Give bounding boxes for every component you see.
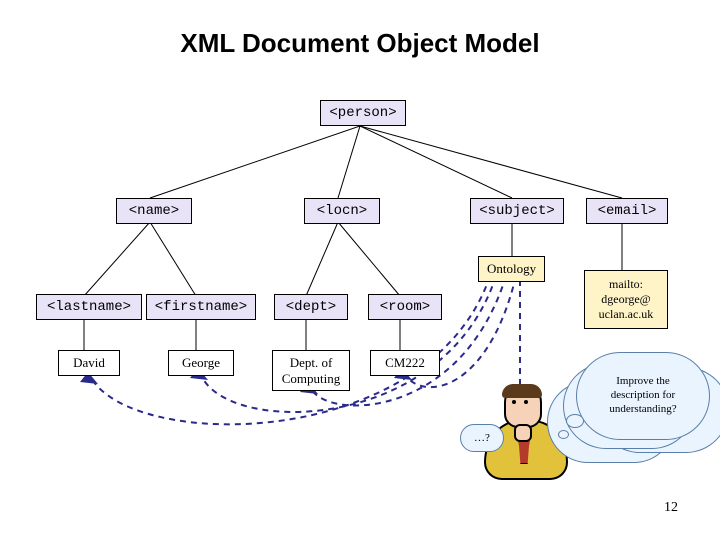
node-person: <person> xyxy=(320,100,406,126)
node-name: <name> xyxy=(116,198,192,224)
leaf-dept-line1: Dept. of xyxy=(290,355,333,370)
thought-small: …? xyxy=(460,424,504,452)
node-locn: <locn> xyxy=(304,198,380,224)
leaf-room: CM222 xyxy=(370,350,440,376)
email-value-box: mailto: dgeorge@ uclan.ac.uk xyxy=(584,270,668,329)
ontology-label: Ontology xyxy=(478,256,545,282)
node-email: <email> xyxy=(586,198,668,224)
leaf-david: David xyxy=(58,350,120,376)
email-line3: uclan.ac.uk xyxy=(599,307,654,321)
thought-line3: understanding? xyxy=(609,403,676,415)
node-lastname: <lastname> xyxy=(36,294,142,320)
thought-large: Improve the description for understandin… xyxy=(576,352,710,440)
node-dept: <dept> xyxy=(274,294,348,320)
thought-line2: description for xyxy=(611,389,675,401)
node-subject: <subject> xyxy=(470,198,564,224)
page-number: 12 xyxy=(664,500,678,516)
leaf-dept: Dept. of Computing xyxy=(272,350,350,391)
leaf-dept-line2: Computing xyxy=(282,371,341,386)
thought-bubble-1 xyxy=(566,414,584,428)
node-firstname: <firstname> xyxy=(146,294,256,320)
email-line1: mailto: xyxy=(609,277,643,291)
page-title: XML Document Object Model xyxy=(0,28,720,59)
thought-line1: Improve the xyxy=(616,375,669,387)
leaf-george: George xyxy=(168,350,234,376)
email-line2: dgeorge@ xyxy=(601,292,650,306)
thought-bubble-2 xyxy=(558,430,569,439)
node-room: <room> xyxy=(368,294,442,320)
